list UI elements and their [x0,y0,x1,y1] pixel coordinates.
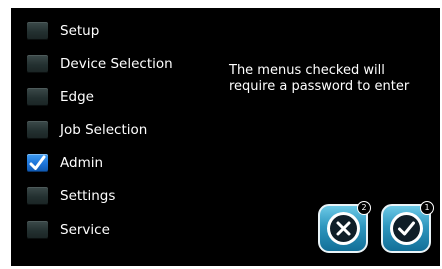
checkbox-settings[interactable] [27,187,48,205]
cancel-badge: 2 [357,201,371,215]
info-line-1: The menus checked will [229,63,385,78]
checkbox-admin[interactable] [27,154,48,172]
menu-item-label: Admin [60,155,104,171]
menu-item-label: Device Selection [60,56,173,72]
confirm-badge: 1 [420,201,434,215]
password-info-text: The menus checked will require a passwor… [229,63,434,95]
checkbox-edge[interactable] [27,88,48,106]
menu-item-label: Settings [60,188,116,204]
menu-item-label: Setup [60,23,100,39]
info-line-2: require a password to enter [229,79,410,94]
menu-item-job-selection[interactable]: Job Selection [27,115,207,145]
checkmark-icon [29,155,46,170]
menu-item-device-selection[interactable]: Device Selection [27,49,207,79]
checkbox-device-selection[interactable] [27,55,48,73]
close-icon [326,212,360,245]
cancel-button[interactable]: 2 [318,201,371,253]
check-icon [389,212,423,245]
menu-item-settings[interactable]: Settings [27,181,207,211]
menu-item-edge[interactable]: Edge [27,82,207,112]
confirm-button[interactable]: 1 [381,201,434,253]
menu-item-label: Service [60,222,110,238]
menu-item-label: Job Selection [60,122,148,138]
menu-item-admin[interactable]: Admin [27,148,207,178]
menu-item-label: Edge [60,89,94,105]
checkbox-service[interactable] [27,221,48,239]
checkbox-setup[interactable] [27,22,48,40]
password-settings-screen: Setup Device Selection Edge Job Selectio… [11,8,440,266]
menu-item-setup[interactable]: Setup [27,16,207,46]
menu-item-service[interactable]: Service [27,215,207,245]
checkbox-job-selection[interactable] [27,121,48,139]
